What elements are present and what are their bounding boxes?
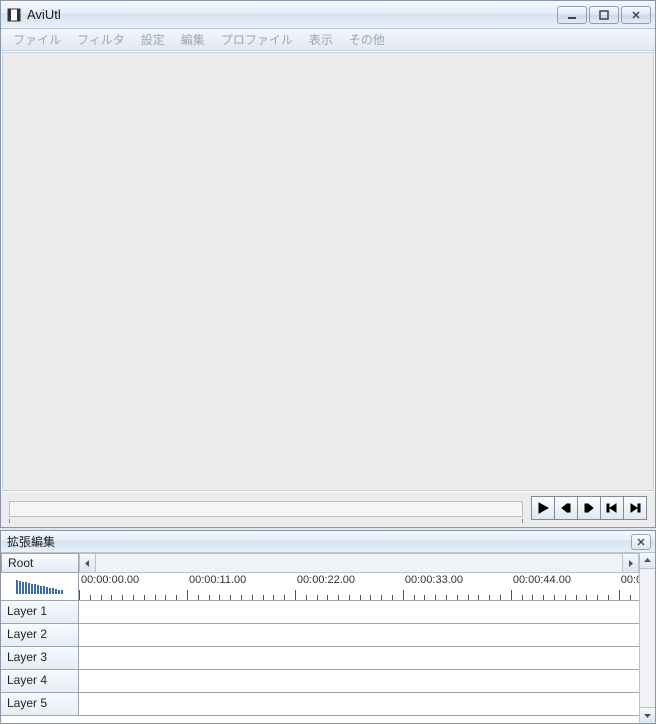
preview-area xyxy=(2,52,654,491)
app-icon xyxy=(7,8,21,22)
ruler-time-label: 00:00:22.00 xyxy=(297,574,355,586)
menu-profile[interactable]: プロファイル xyxy=(213,29,301,50)
ruler-time-label: 00:00:44.00 xyxy=(513,574,571,586)
layer-track[interactable] xyxy=(79,601,639,623)
layer-header[interactable]: Layer 2 xyxy=(1,624,79,646)
play-button[interactable] xyxy=(531,496,555,520)
menu-file[interactable]: ファイル xyxy=(5,29,69,50)
main-title: AviUtl xyxy=(27,7,551,22)
scroll-left-icon[interactable] xyxy=(80,554,96,572)
layer-header[interactable]: Layer 4 xyxy=(1,670,79,692)
timeline-ruler[interactable]: 00:00:00.00 00:00:11.00 00:00:22.00 00:00:3… xyxy=(79,573,639,600)
layer-row: Layer 3 xyxy=(1,647,639,670)
layer-row: Layer 5 xyxy=(1,693,639,716)
layer-header[interactable]: Layer 3 xyxy=(1,647,79,669)
menu-settings[interactable]: 設定 xyxy=(133,29,173,50)
menubar: ファイル フィルタ 設定 編集 プロファイル 表示 その他 xyxy=(1,29,655,51)
scroll-up-icon[interactable] xyxy=(640,553,655,569)
menu-other[interactable]: その他 xyxy=(341,29,393,50)
menu-edit[interactable]: 編集 xyxy=(173,29,213,50)
timeline-scale-indicator[interactable] xyxy=(1,573,79,600)
layer-track[interactable] xyxy=(79,670,639,692)
menu-view[interactable]: 表示 xyxy=(301,29,341,50)
seek-slider[interactable] xyxy=(9,494,523,522)
maximize-button[interactable] xyxy=(589,6,619,24)
transport-controls xyxy=(1,492,655,527)
layer-track[interactable] xyxy=(79,693,639,715)
timeline-title: 拡張編集 xyxy=(7,533,625,550)
layer-track[interactable] xyxy=(79,647,639,669)
layer-row: Layer 4 xyxy=(1,670,639,693)
minimize-button[interactable] xyxy=(557,6,587,24)
timeline-hscrollbar[interactable] xyxy=(79,553,639,573)
close-button[interactable] xyxy=(621,6,651,24)
ruler-time-label: 00:00:55.0 xyxy=(621,574,639,586)
layer-row: Layer 1 xyxy=(1,601,639,624)
ruler-time-label: 00:00:00.00 xyxy=(81,574,139,586)
timeline-vscrollbar[interactable] xyxy=(639,553,655,723)
ruler-time-label: 00:00:33.00 xyxy=(405,574,463,586)
scene-root-button[interactable]: Root xyxy=(1,553,79,573)
layer-header[interactable]: Layer 5 xyxy=(1,693,79,715)
timeline-close-button[interactable] xyxy=(631,534,651,550)
timeline-window: 拡張編集 Root 00:00:00.00 00:00:11.00 00:00:22… xyxy=(0,530,656,724)
ruler-time-label: 00:00:11.00 xyxy=(189,574,246,586)
scroll-right-icon[interactable] xyxy=(622,554,638,572)
timeline-layers: Layer 1Layer 2Layer 3Layer 4Layer 5 xyxy=(1,601,639,723)
timeline-titlebar[interactable]: 拡張編集 xyxy=(1,531,655,553)
go-start-button[interactable] xyxy=(600,496,624,520)
step-back-button[interactable] xyxy=(554,496,578,520)
step-fwd-button[interactable] xyxy=(577,496,601,520)
layer-row: Layer 2 xyxy=(1,624,639,647)
scroll-down-icon[interactable] xyxy=(640,707,655,723)
main-titlebar[interactable]: AviUtl xyxy=(1,1,655,29)
layer-header[interactable]: Layer 1 xyxy=(1,601,79,623)
layer-track[interactable] xyxy=(79,624,639,646)
scene-root-label: Root xyxy=(8,556,33,570)
menu-filter[interactable]: フィルタ xyxy=(69,29,133,50)
go-end-button[interactable] xyxy=(623,496,647,520)
main-window: AviUtl ファイル フィルタ 設定 編集 プロファイル 表示 その他 xyxy=(0,0,656,528)
